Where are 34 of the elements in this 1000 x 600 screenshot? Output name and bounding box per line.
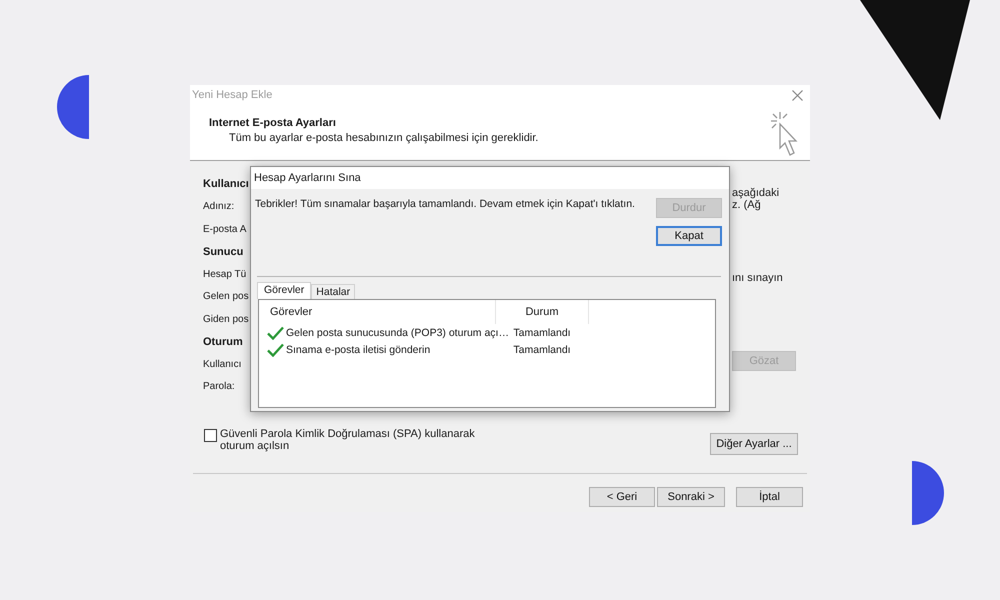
close-icon[interactable] [792, 90, 803, 100]
tab[interactable]: Hatalar [311, 284, 356, 299]
form-note: aşağıdaki [732, 187, 780, 199]
nav-button[interactable]: < Geri [589, 487, 655, 507]
tab[interactable]: Görevler [257, 282, 312, 299]
checkbox-label: Güvenli Parola Kimlik Doğrulaması (SPA) kullanarak oturum açılsın [220, 428, 476, 452]
form-label: Adınız: [203, 201, 234, 212]
status-message: Tebrikler! Tüm sınamalar başarıyla tamamlandı. Devam etmek için Kapat'ı tıklatın. [255, 198, 635, 212]
dialog-button[interactable]: Kapat [656, 226, 722, 246]
form-label: Hesap Tü [203, 268, 246, 280]
column-header[interactable]: Görevler [259, 300, 496, 324]
header-subtitle: Tüm bu ayarlar e-posta hesabınızın çalışabilmesi için gereklidir. [229, 132, 538, 144]
nav-button[interactable]: İptal [736, 487, 803, 507]
form-label: Oturum [203, 336, 243, 348]
form-label: Kullanıcı [203, 178, 249, 190]
window-title: Yeni Hesap Ekle [192, 89, 272, 101]
table-cell: Gelen posta sunucusunda (POP3) oturum açı… [286, 326, 509, 338]
table-cell: Tamamlandı [513, 344, 571, 356]
form-note: ını sınayın [732, 272, 783, 284]
form-label: Parola: [203, 381, 235, 392]
form-label: Kullanıcı [203, 358, 242, 370]
form-label: Giden pos [203, 314, 249, 325]
form-label: E-posta A [203, 224, 246, 235]
form-label: Sunucu [203, 246, 244, 258]
header-title: Internet E-posta Ayarları [209, 117, 337, 129]
column-header[interactable]: Durum [496, 300, 589, 324]
more-settings-button[interactable]: Diğer Ayarlar ... [710, 433, 798, 455]
dialog-title: Hesap Ayarlarını Sına [254, 172, 361, 184]
nav-button[interactable]: Sonraki > [657, 487, 725, 507]
form-note: z. (Ağ [732, 199, 762, 211]
form-label: Gelen pos [203, 291, 249, 302]
table-cell: Sınama e-posta iletisi gönderin [286, 344, 430, 356]
checkbox[interactable] [204, 429, 217, 442]
table-cell: Tamamlandı [513, 326, 571, 338]
